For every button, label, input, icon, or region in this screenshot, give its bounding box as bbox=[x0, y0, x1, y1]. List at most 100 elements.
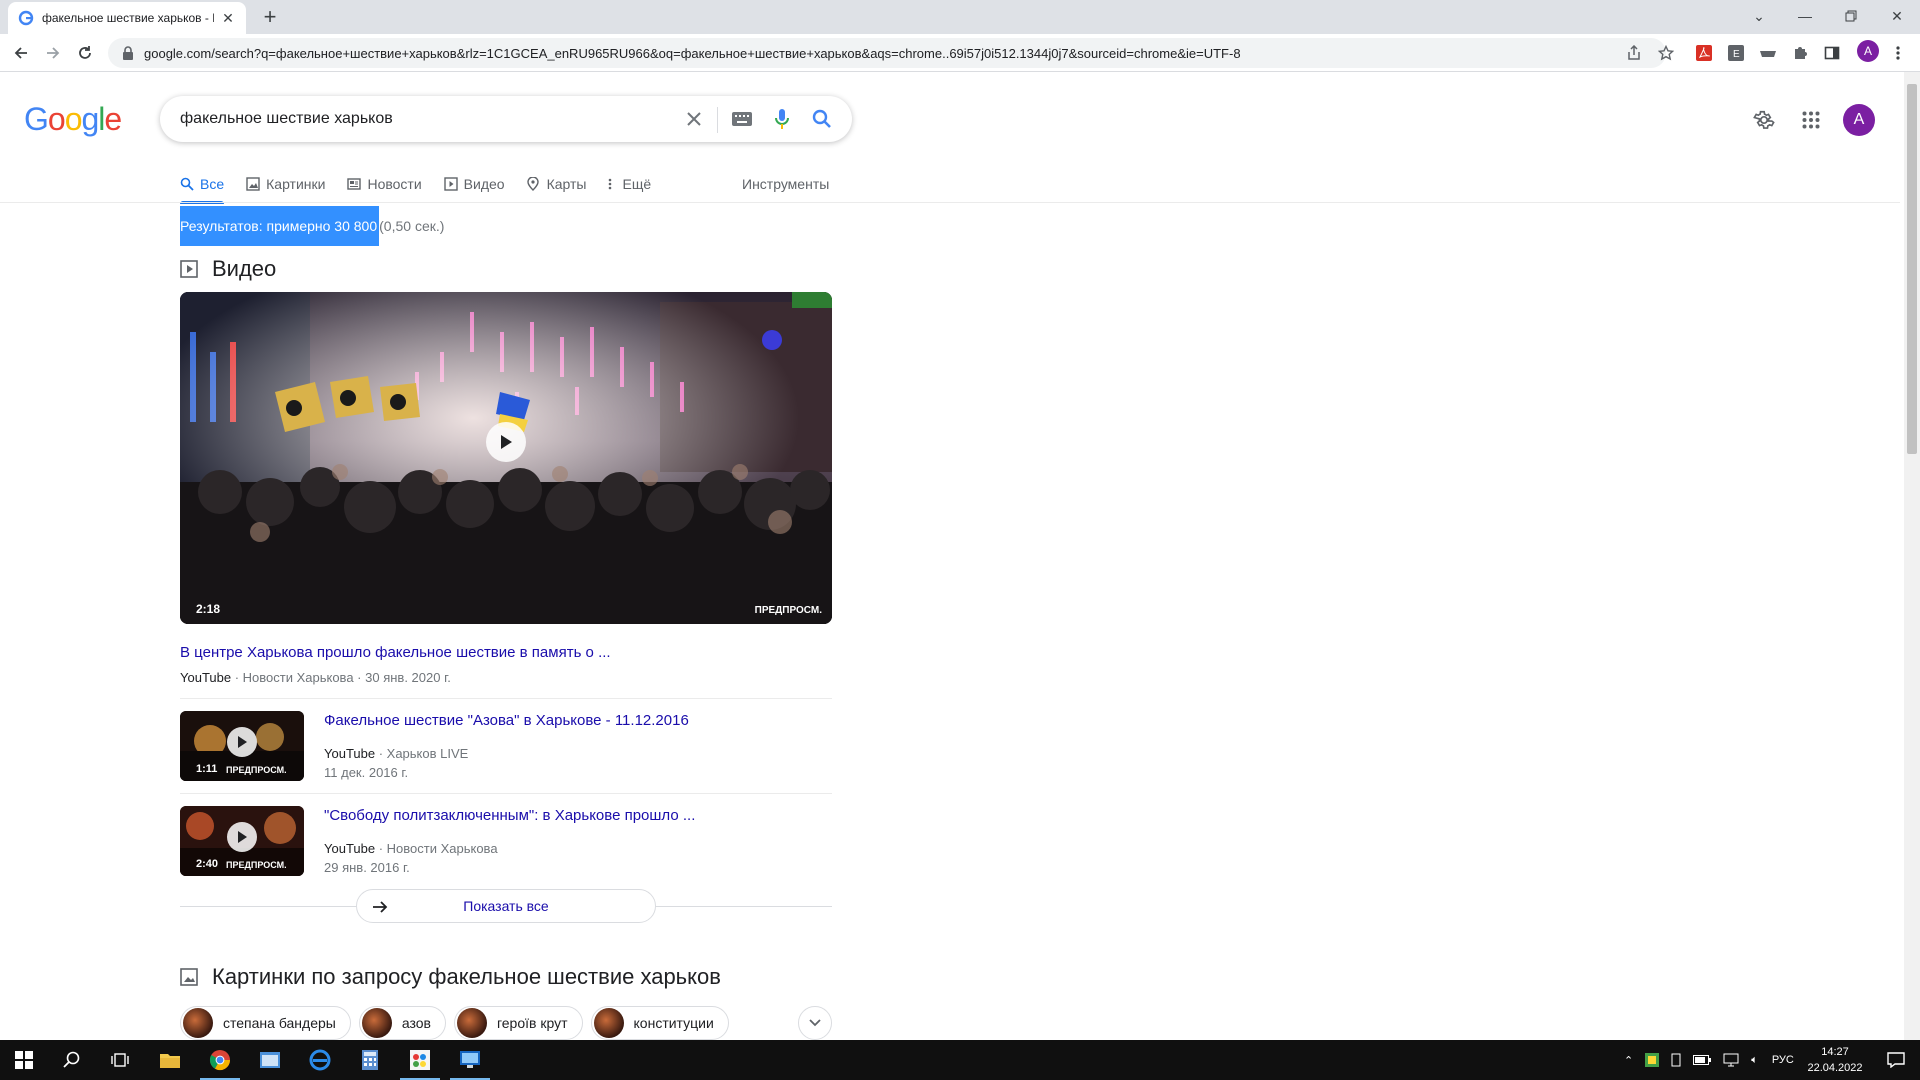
tab-images[interactable]: Картинки bbox=[246, 166, 325, 202]
input-language[interactable]: РУС bbox=[1772, 1054, 1794, 1066]
apps-grid-icon[interactable] bbox=[1799, 108, 1823, 132]
paint-taskbar-icon[interactable] bbox=[396, 1040, 444, 1080]
chip-thumbnail bbox=[361, 1008, 392, 1038]
tab-all[interactable]: Все bbox=[180, 166, 225, 204]
account-avatar[interactable]: A bbox=[1843, 104, 1875, 136]
battery-icon[interactable] bbox=[1693, 1055, 1712, 1065]
page-scrollbar[interactable] bbox=[1904, 72, 1920, 1040]
bookmark-star-icon[interactable] bbox=[1656, 43, 1676, 63]
reload-button[interactable] bbox=[72, 40, 98, 66]
video-duration: 2:40 bbox=[196, 858, 219, 870]
tab-close-icon[interactable]: ✕ bbox=[220, 10, 236, 26]
search-divider bbox=[717, 107, 718, 133]
image-chip[interactable]: героїв крут bbox=[453, 1006, 583, 1040]
file-explorer-icon[interactable] bbox=[146, 1040, 194, 1080]
featured-video-title-link[interactable]: В центре Харькова прошло факельное шеств… bbox=[180, 644, 611, 661]
google-favicon-icon bbox=[18, 10, 34, 26]
image-chip[interactable]: степана бандеры bbox=[180, 1006, 351, 1040]
calculator-taskbar-icon[interactable] bbox=[346, 1040, 394, 1080]
taskbar-search-icon[interactable] bbox=[48, 1040, 96, 1080]
featured-video-thumbnail[interactable]: 2:18 ПРЕДПРОСМ. bbox=[180, 292, 832, 624]
app-window-taskbar-icon[interactable] bbox=[246, 1040, 294, 1080]
address-bar[interactable]: google.com/search?q=факельное+шествие+ха… bbox=[108, 38, 1666, 68]
tab-news[interactable]: Новости bbox=[347, 166, 422, 202]
keyboard-icon[interactable] bbox=[730, 107, 754, 131]
video-channel: Харьков LIVE bbox=[386, 746, 469, 761]
show-all-videos-button[interactable]: Показать все bbox=[356, 889, 656, 923]
chip-label: степана бандеры bbox=[223, 1015, 336, 1031]
chevron-down-icon bbox=[809, 1019, 821, 1027]
google-logo[interactable]: Google bbox=[24, 101, 122, 138]
hat-extension-icon[interactable] bbox=[1758, 43, 1778, 63]
image-icon bbox=[246, 177, 260, 191]
more-chips-button[interactable] bbox=[798, 1006, 832, 1040]
play-icon[interactable] bbox=[486, 422, 526, 462]
settings-gear-icon[interactable] bbox=[1752, 108, 1776, 132]
taskbar-clock[interactable]: 14:27 22.04.2022 bbox=[1800, 1044, 1870, 1076]
search-tabs: Все Картинки Новости Видео Карты Ещё bbox=[180, 166, 673, 204]
close-window-button[interactable]: ✕ bbox=[1874, 0, 1920, 32]
video-thumbnail-1[interactable]: 1:11 ПРЕДПРОСМ. bbox=[180, 711, 304, 781]
pdf-extension-icon[interactable] bbox=[1694, 43, 1714, 63]
task-view-icon[interactable] bbox=[96, 1040, 144, 1080]
restore-button[interactable] bbox=[1828, 0, 1874, 32]
share-icon[interactable] bbox=[1624, 43, 1644, 63]
microphone-icon[interactable] bbox=[770, 107, 794, 131]
minimize-button[interactable]: — bbox=[1782, 0, 1828, 32]
tray-expand-icon[interactable]: ⌃ bbox=[1624, 1054, 1633, 1067]
edge-taskbar-icon[interactable] bbox=[296, 1040, 344, 1080]
play-icon[interactable] bbox=[227, 727, 257, 757]
side-panel-icon[interactable] bbox=[1822, 43, 1842, 63]
image-chip[interactable]: конституции bbox=[590, 1006, 729, 1040]
chip-label: азов bbox=[401, 1015, 431, 1031]
browser-profile-avatar[interactable]: A bbox=[1857, 40, 1879, 62]
tab-video[interactable]: Видео bbox=[443, 166, 505, 202]
video-meta-2: YouTube · Новости Харькова bbox=[324, 841, 498, 856]
search-box[interactable]: факельное шествие харьков bbox=[160, 96, 852, 142]
images-section-header: Картинки по запросу факельное шествие ха… bbox=[180, 964, 721, 990]
image-chip[interactable]: азов bbox=[358, 1006, 446, 1040]
clock-date: 22.04.2022 bbox=[1807, 1062, 1863, 1074]
video-thumbnail-2[interactable]: 2:40 ПРЕДПРОСМ. bbox=[180, 806, 304, 876]
chip-thumbnail bbox=[183, 1008, 213, 1038]
video-channel: Новости Харькова bbox=[386, 841, 498, 856]
chip-label: конституции bbox=[633, 1015, 714, 1031]
play-icon[interactable] bbox=[227, 822, 257, 852]
new-tab-button[interactable]: + bbox=[258, 6, 282, 30]
back-button[interactable] bbox=[8, 40, 34, 66]
forward-button[interactable] bbox=[40, 40, 66, 66]
video-title-link-2[interactable]: "Свободу политзаключенным": в Харькове п… bbox=[324, 807, 695, 824]
clear-search-icon[interactable] bbox=[682, 107, 706, 131]
usb-device-icon[interactable] bbox=[1671, 1053, 1681, 1067]
video-icon bbox=[443, 177, 458, 191]
tab-search-icon[interactable]: ⌄ bbox=[1736, 0, 1782, 32]
image-chips: степана бандеры азов героїв крут констит… bbox=[180, 1006, 729, 1040]
address-url: google.com/search?q=факельное+шествие+ха… bbox=[144, 45, 1241, 61]
tab-label: Все bbox=[200, 176, 225, 192]
tools-button[interactable]: Инструменты bbox=[742, 166, 829, 202]
windows-taskbar: ⌃ 🔈︎ РУС 14:27 22.04.2022 bbox=[0, 1040, 1920, 1080]
video-section-icon bbox=[180, 260, 198, 278]
video-date: 30 янв. 2020 г. bbox=[365, 670, 451, 685]
extensions-puzzle-icon[interactable] bbox=[1790, 43, 1810, 63]
remote-desktop-taskbar-icon[interactable] bbox=[446, 1040, 494, 1080]
volume-icon[interactable]: 🔈︎ bbox=[1751, 1054, 1758, 1067]
search-submit-icon[interactable] bbox=[810, 107, 834, 131]
network-icon[interactable] bbox=[1723, 1053, 1739, 1067]
video-preview-label: ПРЕДПРОСМ. bbox=[754, 605, 822, 616]
logo-letter: o bbox=[47, 101, 66, 137]
logo-letter: o bbox=[64, 101, 83, 137]
chrome-taskbar-icon[interactable] bbox=[196, 1040, 244, 1080]
restore-icon bbox=[1845, 10, 1857, 22]
start-button[interactable] bbox=[0, 1040, 48, 1080]
browser-tab[interactable]: факельное шествие харьков - П ✕ bbox=[8, 2, 246, 34]
tab-more[interactable]: Ещё bbox=[608, 166, 651, 202]
result-time: (0,50 сек.) bbox=[379, 218, 445, 234]
browser-menu-icon[interactable] bbox=[1888, 43, 1908, 63]
tab-maps[interactable]: Карты bbox=[526, 166, 586, 202]
scrollbar-thumb[interactable] bbox=[1907, 84, 1917, 454]
e-extension-icon[interactable]: E bbox=[1726, 43, 1746, 63]
notifications-icon[interactable] bbox=[1872, 1040, 1920, 1080]
tray-app-icon[interactable] bbox=[1645, 1053, 1660, 1067]
video-title-link-1[interactable]: Факельное шествие "Азова" в Харькове - 1… bbox=[324, 712, 689, 729]
